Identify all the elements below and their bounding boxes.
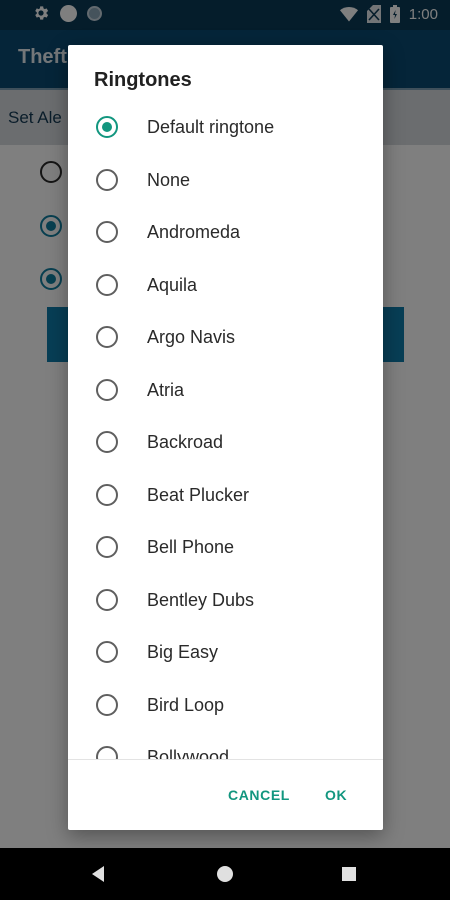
ringtone-option[interactable]: Bird Loop [68,680,383,732]
ringtone-label: Andromeda [147,222,241,242]
ringtone-label: None [147,169,191,190]
ringtone-option[interactable]: Andromeda [68,207,383,259]
ringtone-option[interactable]: None [68,155,383,207]
radio-button[interactable] [96,693,118,716]
radio-button[interactable] [96,273,118,296]
ringtone-option[interactable]: Aquila [68,260,383,312]
ringtone-label: Big Easy [147,642,219,662]
ringtone-option[interactable]: Bollywood [68,732,383,759]
ringtone-option[interactable]: Beat Plucker [68,470,383,522]
radio-button[interactable] [96,378,118,401]
ringtone-label: Backroad [147,432,224,452]
ringtone-option[interactable]: Default ringtone [68,102,383,154]
ringtone-label: Default ringtone [147,117,275,137]
ringtone-option[interactable]: Argo Navis [68,312,383,364]
radio-button[interactable] [96,431,118,453]
ringtone-label: Atria [147,379,185,400]
radio-button[interactable] [96,483,118,506]
ringtone-option[interactable]: Bentley Dubs [68,575,383,627]
ringtone-option[interactable]: Backroad [68,417,383,469]
ringtone-label: Bollywood [147,747,230,759]
radio-button[interactable] [96,168,118,191]
dialog-divider [68,759,383,760]
radio-button-selected[interactable] [96,116,118,138]
ringtone-label: Beat Plucker [147,484,250,505]
ringtone-label: Bentley Dubs [147,589,255,610]
radio-button[interactable] [96,746,118,759]
ringtone-label: Bird Loop [147,694,225,715]
ringtones-dialog: Ringtones Default ringtone None Andromeda A… [68,45,383,830]
ringtone-option[interactable]: Bell Phone [68,522,383,574]
recents-icon[interactable] [342,867,356,881]
ringtone-option[interactable]: Atria [68,365,383,417]
ringtone-list[interactable]: Default ringtone None Andromeda Aquila Argo … [68,102,383,759]
home-icon[interactable] [217,866,233,882]
ringtone-label: Argo Navis [147,327,236,347]
radio-button[interactable] [96,641,118,663]
radio-button[interactable] [96,326,118,348]
radio-button[interactable] [96,536,118,558]
ok-button[interactable]: OK [325,787,347,803]
ringtone-option[interactable]: Big Easy [68,627,383,679]
cancel-button[interactable]: CANCEL [228,787,290,803]
back-icon[interactable] [92,866,104,882]
ringtone-label: Aquila [147,274,198,295]
dialog-title: Ringtones [94,69,192,91]
radio-button[interactable] [96,588,118,611]
radio-button[interactable] [96,221,118,243]
navigation-bar [0,848,450,900]
ringtone-label: Bell Phone [147,537,235,557]
